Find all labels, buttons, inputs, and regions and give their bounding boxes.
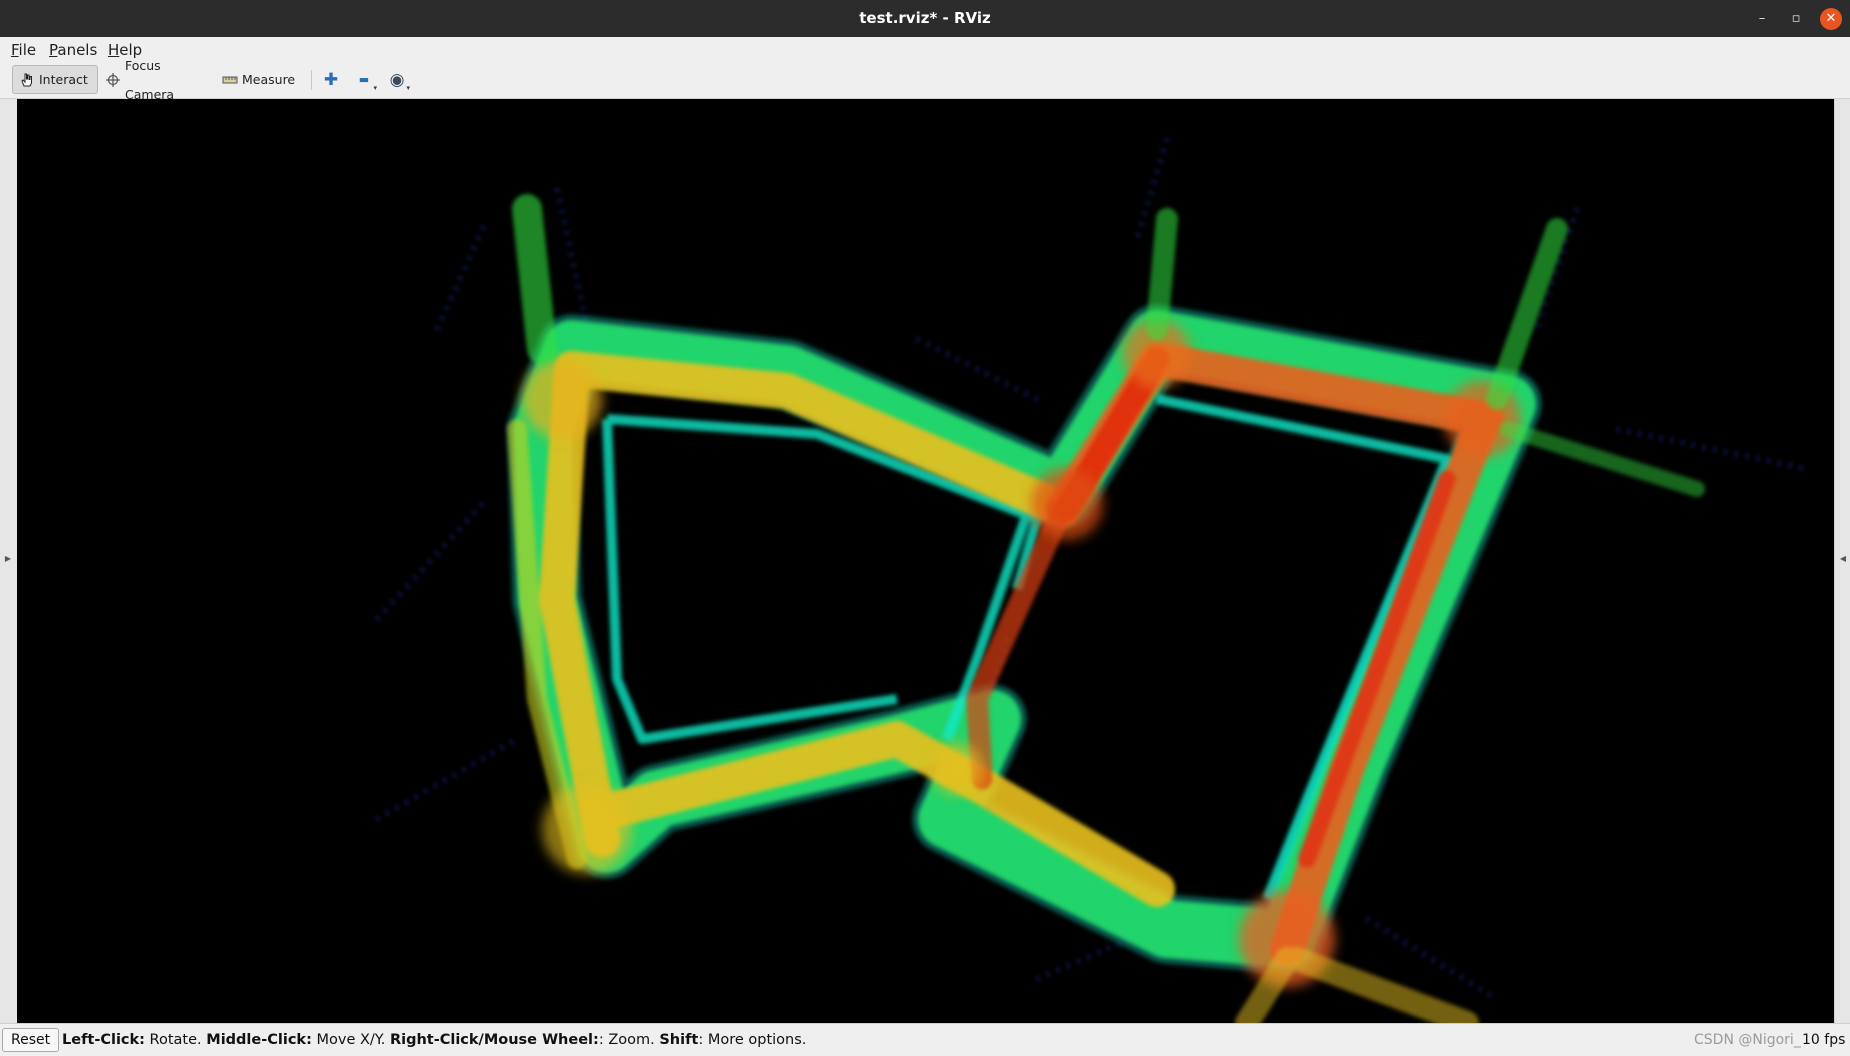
crosshair-icon <box>105 72 121 88</box>
right-panel-splitter[interactable]: ◀ <box>1834 99 1850 1023</box>
expand-right-icon[interactable]: ◀ <box>1835 554 1850 563</box>
measure-tool-button[interactable]: Measure <box>216 65 296 94</box>
toolbar-separator <box>311 70 312 90</box>
remove-tool-icon: ▬ <box>358 73 370 86</box>
left-panel-splitter[interactable]: ▶ <box>0 99 18 1023</box>
ruler-icon <box>222 72 238 88</box>
window-title: test.rviz* - RViz <box>859 9 991 27</box>
dropdown-arrow-icon: ▾ <box>406 84 410 92</box>
remove-tool-button[interactable]: ▬ ▾ <box>351 68 377 92</box>
minimize-icon[interactable]: – <box>1751 8 1773 30</box>
hand-pointer-icon <box>19 72 35 88</box>
view-eye-button[interactable]: ◉ ▾ <box>384 68 410 92</box>
point-cloud-map <box>17 99 1834 1023</box>
watermark-text: CSDN @Nigori_ <box>1694 1032 1801 1048</box>
close-icon[interactable]: ✕ <box>1820 8 1842 30</box>
menu-bar: File Panels Help <box>0 37 1850 63</box>
menu-file[interactable]: File <box>11 40 36 60</box>
dropdown-arrow-icon: ▾ <box>373 84 377 92</box>
add-tool-icon: ✚ <box>323 70 339 90</box>
status-bar: Reset Left-Click: Rotate. Middle-Click: … <box>0 1023 1850 1056</box>
view-eye-icon: ◉ <box>389 70 405 90</box>
fps-counter: 10 fps <box>1802 1032 1846 1048</box>
maximize-icon[interactable]: ▫ <box>1785 8 1807 30</box>
render-viewport[interactable] <box>17 99 1834 1023</box>
rviz-window: test.rviz* - RViz – ▫ ✕ File Panels Help… <box>0 0 1850 1056</box>
focus-camera-tool-button[interactable]: Focus Camera <box>99 58 209 102</box>
menu-panels[interactable]: Panels <box>49 40 97 60</box>
tool-bar: Interact Focus Camera Measure ✚ ▬ ▾ ◉ ▾ <box>0 58 1850 102</box>
expand-left-icon[interactable]: ▶ <box>0 554 16 563</box>
reset-button[interactable]: Reset <box>2 1028 60 1052</box>
title-bar[interactable]: test.rviz* - RViz – ▫ ✕ <box>0 0 1850 37</box>
add-tool-button[interactable]: ✚ <box>318 68 344 92</box>
interact-tool-button[interactable]: Interact <box>12 65 98 94</box>
help-text: Left-Click: Rotate. Middle-Click: Move X… <box>62 1032 807 1048</box>
